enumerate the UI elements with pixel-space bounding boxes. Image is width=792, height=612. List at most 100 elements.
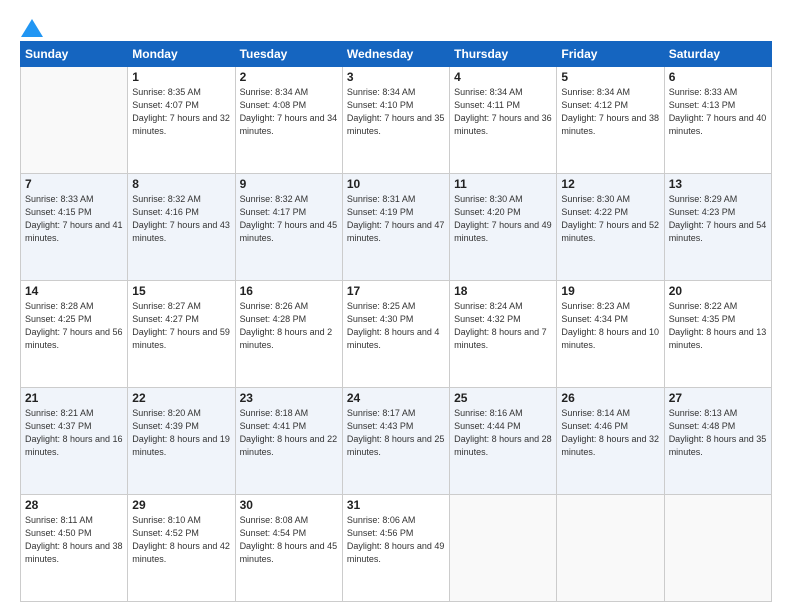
calendar-cell [557, 495, 664, 602]
calendar-cell: 24 Sunrise: 8:17 AMSunset: 4:43 PMDayligh… [342, 388, 449, 495]
calendar-cell: 11Sunrise: 8:30 AMSunset: 4:20 PMDayligh… [450, 174, 557, 281]
day-number: 13 [669, 177, 767, 191]
day-info: Sunrise: 8:32 AMSunset: 4:17 PMDaylight:… [240, 193, 338, 245]
calendar-cell: 2 Sunrise: 8:34 AMSunset: 4:08 PMDaylight… [235, 67, 342, 174]
page: SundayMondayTuesdayWednesdayThursdayFrid… [0, 0, 792, 612]
day-number: 24 [347, 391, 445, 405]
calendar-cell: 27 Sunrise: 8:13 AMSunset: 4:48 PMDayligh… [664, 388, 771, 495]
day-info: Sunrise: 8:17 AMSunset: 4:43 PMDaylight:… [347, 407, 445, 459]
calendar-cell: 26Sunrise: 8:14 AMSunset: 4:46 PMDayligh… [557, 388, 664, 495]
calendar-cell: 9 Sunrise: 8:32 AMSunset: 4:17 PMDaylight… [235, 174, 342, 281]
calendar-cell: 8 Sunrise: 8:32 AMSunset: 4:16 PMDaylight… [128, 174, 235, 281]
day-info: Sunrise: 8:33 AMSunset: 4:15 PMDaylight:… [25, 193, 123, 245]
day-number: 11 [454, 177, 552, 191]
day-info: Sunrise: 8:28 AMSunset: 4:25 PMDaylight:… [25, 300, 123, 352]
col-header-saturday: Saturday [664, 42, 771, 67]
day-number: 1 [132, 70, 230, 84]
calendar-cell [450, 495, 557, 602]
header [20, 15, 772, 33]
day-number: 9 [240, 177, 338, 191]
day-number: 4 [454, 70, 552, 84]
calendar-cell: 4 Sunrise: 8:34 AMSunset: 4:11 PMDaylight… [450, 67, 557, 174]
day-number: 16 [240, 284, 338, 298]
calendar-week-row: 14Sunrise: 8:28 AMSunset: 4:25 PMDayligh… [21, 281, 772, 388]
day-number: 20 [669, 284, 767, 298]
calendar-cell: 18Sunrise: 8:24 AMSunset: 4:32 PMDayligh… [450, 281, 557, 388]
calendar-cell: 1 Sunrise: 8:35 AMSunset: 4:07 PMDaylight… [128, 67, 235, 174]
day-info: Sunrise: 8:29 AMSunset: 4:23 PMDaylight:… [669, 193, 767, 245]
day-number: 15 [132, 284, 230, 298]
day-number: 7 [25, 177, 123, 191]
day-info: Sunrise: 8:35 AMSunset: 4:07 PMDaylight:… [132, 86, 230, 138]
day-info: Sunrise: 8:22 AMSunset: 4:35 PMDaylight:… [669, 300, 767, 352]
logo-icon [21, 19, 43, 37]
col-header-wednesday: Wednesday [342, 42, 449, 67]
calendar-cell: 22 Sunrise: 8:20 AMSunset: 4:39 PMDayligh… [128, 388, 235, 495]
calendar-week-row: 21 Sunrise: 8:21 AMSunset: 4:37 PMDayligh… [21, 388, 772, 495]
calendar-cell: 15 Sunrise: 8:27 AMSunset: 4:27 PMDayligh… [128, 281, 235, 388]
day-info: Sunrise: 8:13 AMSunset: 4:48 PMDaylight:… [669, 407, 767, 459]
day-info: Sunrise: 8:06 AMSunset: 4:56 PMDaylight:… [347, 514, 445, 566]
day-number: 17 [347, 284, 445, 298]
col-header-thursday: Thursday [450, 42, 557, 67]
calendar-cell: 29Sunrise: 8:10 AMSunset: 4:52 PMDayligh… [128, 495, 235, 602]
logo [20, 15, 44, 33]
day-info: Sunrise: 8:34 AMSunset: 4:11 PMDaylight:… [454, 86, 552, 138]
col-header-friday: Friday [557, 42, 664, 67]
day-number: 31 [347, 498, 445, 512]
day-number: 22 [132, 391, 230, 405]
day-number: 27 [669, 391, 767, 405]
calendar-week-row: 28Sunrise: 8:11 AMSunset: 4:50 PMDayligh… [21, 495, 772, 602]
calendar-cell: 14Sunrise: 8:28 AMSunset: 4:25 PMDayligh… [21, 281, 128, 388]
calendar-cell: 3Sunrise: 8:34 AMSunset: 4:10 PMDaylight… [342, 67, 449, 174]
calendar-cell: 17Sunrise: 8:25 AMSunset: 4:30 PMDayligh… [342, 281, 449, 388]
day-number: 30 [240, 498, 338, 512]
day-number: 12 [561, 177, 659, 191]
day-info: Sunrise: 8:32 AMSunset: 4:16 PMDaylight:… [132, 193, 230, 245]
col-header-sunday: Sunday [21, 42, 128, 67]
day-number: 5 [561, 70, 659, 84]
calendar-cell: 31 Sunrise: 8:06 AMSunset: 4:56 PMDayligh… [342, 495, 449, 602]
calendar-header-row: SundayMondayTuesdayWednesdayThursdayFrid… [21, 42, 772, 67]
calendar-cell [664, 495, 771, 602]
day-number: 10 [347, 177, 445, 191]
day-info: Sunrise: 8:08 AMSunset: 4:54 PMDaylight:… [240, 514, 338, 566]
calendar-cell: 13 Sunrise: 8:29 AMSunset: 4:23 PMDayligh… [664, 174, 771, 281]
calendar-cell [21, 67, 128, 174]
day-info: Sunrise: 8:30 AMSunset: 4:22 PMDaylight:… [561, 193, 659, 245]
day-info: Sunrise: 8:34 AMSunset: 4:12 PMDaylight:… [561, 86, 659, 138]
calendar-cell: 10 Sunrise: 8:31 AMSunset: 4:19 PMDayligh… [342, 174, 449, 281]
day-number: 8 [132, 177, 230, 191]
day-number: 29 [132, 498, 230, 512]
logo-text [20, 15, 44, 33]
day-info: Sunrise: 8:27 AMSunset: 4:27 PMDaylight:… [132, 300, 230, 352]
calendar-table: SundayMondayTuesdayWednesdayThursdayFrid… [20, 41, 772, 602]
day-info: Sunrise: 8:33 AMSunset: 4:13 PMDaylight:… [669, 86, 767, 138]
calendar-cell: 30 Sunrise: 8:08 AMSunset: 4:54 PMDayligh… [235, 495, 342, 602]
day-info: Sunrise: 8:31 AMSunset: 4:19 PMDaylight:… [347, 193, 445, 245]
calendar-cell: 20 Sunrise: 8:22 AMSunset: 4:35 PMDayligh… [664, 281, 771, 388]
calendar-cell: 5 Sunrise: 8:34 AMSunset: 4:12 PMDaylight… [557, 67, 664, 174]
day-number: 21 [25, 391, 123, 405]
calendar-cell: 6 Sunrise: 8:33 AMSunset: 4:13 PMDaylight… [664, 67, 771, 174]
day-info: Sunrise: 8:21 AMSunset: 4:37 PMDaylight:… [25, 407, 123, 459]
day-info: Sunrise: 8:14 AMSunset: 4:46 PMDaylight:… [561, 407, 659, 459]
day-info: Sunrise: 8:34 AMSunset: 4:08 PMDaylight:… [240, 86, 338, 138]
day-info: Sunrise: 8:16 AMSunset: 4:44 PMDaylight:… [454, 407, 552, 459]
calendar-cell: 12 Sunrise: 8:30 AMSunset: 4:22 PMDayligh… [557, 174, 664, 281]
day-info: Sunrise: 8:20 AMSunset: 4:39 PMDaylight:… [132, 407, 230, 459]
day-number: 6 [669, 70, 767, 84]
calendar-cell: 23Sunrise: 8:18 AMSunset: 4:41 PMDayligh… [235, 388, 342, 495]
day-info: Sunrise: 8:23 AMSunset: 4:34 PMDaylight:… [561, 300, 659, 352]
calendar-cell: 28Sunrise: 8:11 AMSunset: 4:50 PMDayligh… [21, 495, 128, 602]
calendar-week-row: 1 Sunrise: 8:35 AMSunset: 4:07 PMDaylight… [21, 67, 772, 174]
day-number: 25 [454, 391, 552, 405]
col-header-tuesday: Tuesday [235, 42, 342, 67]
day-number: 3 [347, 70, 445, 84]
day-number: 28 [25, 498, 123, 512]
calendar-cell: 19Sunrise: 8:23 AMSunset: 4:34 PMDayligh… [557, 281, 664, 388]
day-number: 2 [240, 70, 338, 84]
calendar-cell: 25 Sunrise: 8:16 AMSunset: 4:44 PMDayligh… [450, 388, 557, 495]
calendar-cell: 21 Sunrise: 8:21 AMSunset: 4:37 PMDayligh… [21, 388, 128, 495]
day-info: Sunrise: 8:18 AMSunset: 4:41 PMDaylight:… [240, 407, 338, 459]
